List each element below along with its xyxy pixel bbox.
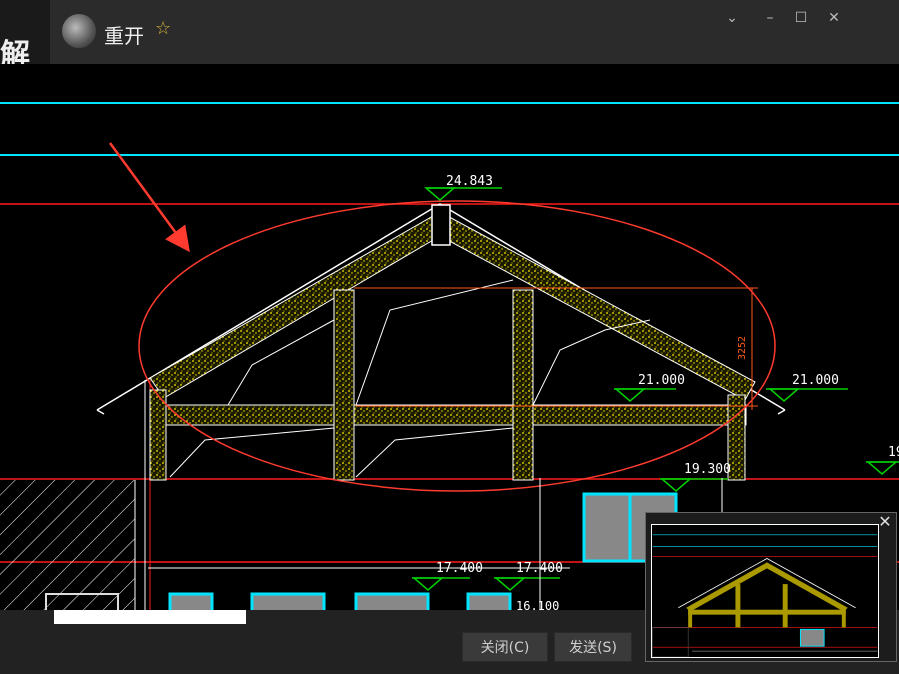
send-button[interactable]: 发送(S) (554, 632, 632, 662)
window-title: 重开 (104, 24, 144, 48)
column-outer-left (149, 389, 167, 481)
status-strip (54, 610, 246, 624)
column-left (333, 289, 355, 481)
star-icon[interactable]: ☆ (155, 18, 171, 39)
window-lower (250, 592, 326, 610)
elevation-label: 19 (888, 445, 899, 460)
close-button[interactable]: 关闭(C) (462, 632, 548, 662)
app-logo-icon (62, 14, 96, 48)
minimize-icon[interactable]: – (758, 8, 782, 28)
window-lower (168, 592, 214, 610)
maximize-icon[interactable]: ☐ (789, 8, 813, 28)
thumbnail-close-icon[interactable]: ✕ (877, 514, 893, 530)
hatched-wall (0, 480, 135, 610)
dimension-label: 3252 (737, 336, 748, 360)
ridge-post (431, 204, 451, 246)
chevron-down-icon[interactable]: ⌄ (720, 8, 744, 28)
thumbnail-canvas (651, 524, 879, 658)
elevation-label: 19.300 (684, 462, 731, 477)
close-icon[interactable]: ✕ (822, 8, 846, 28)
elevation-label: 21.000 (792, 373, 839, 388)
elevation-label: 24.843 (446, 174, 493, 189)
column-right (512, 289, 534, 481)
elevation-label: 21.000 (638, 373, 685, 388)
window-lower (466, 592, 512, 610)
window-lower (354, 592, 430, 610)
floor-beam (149, 404, 747, 426)
elevation-label: 16.100 (516, 599, 559, 610)
